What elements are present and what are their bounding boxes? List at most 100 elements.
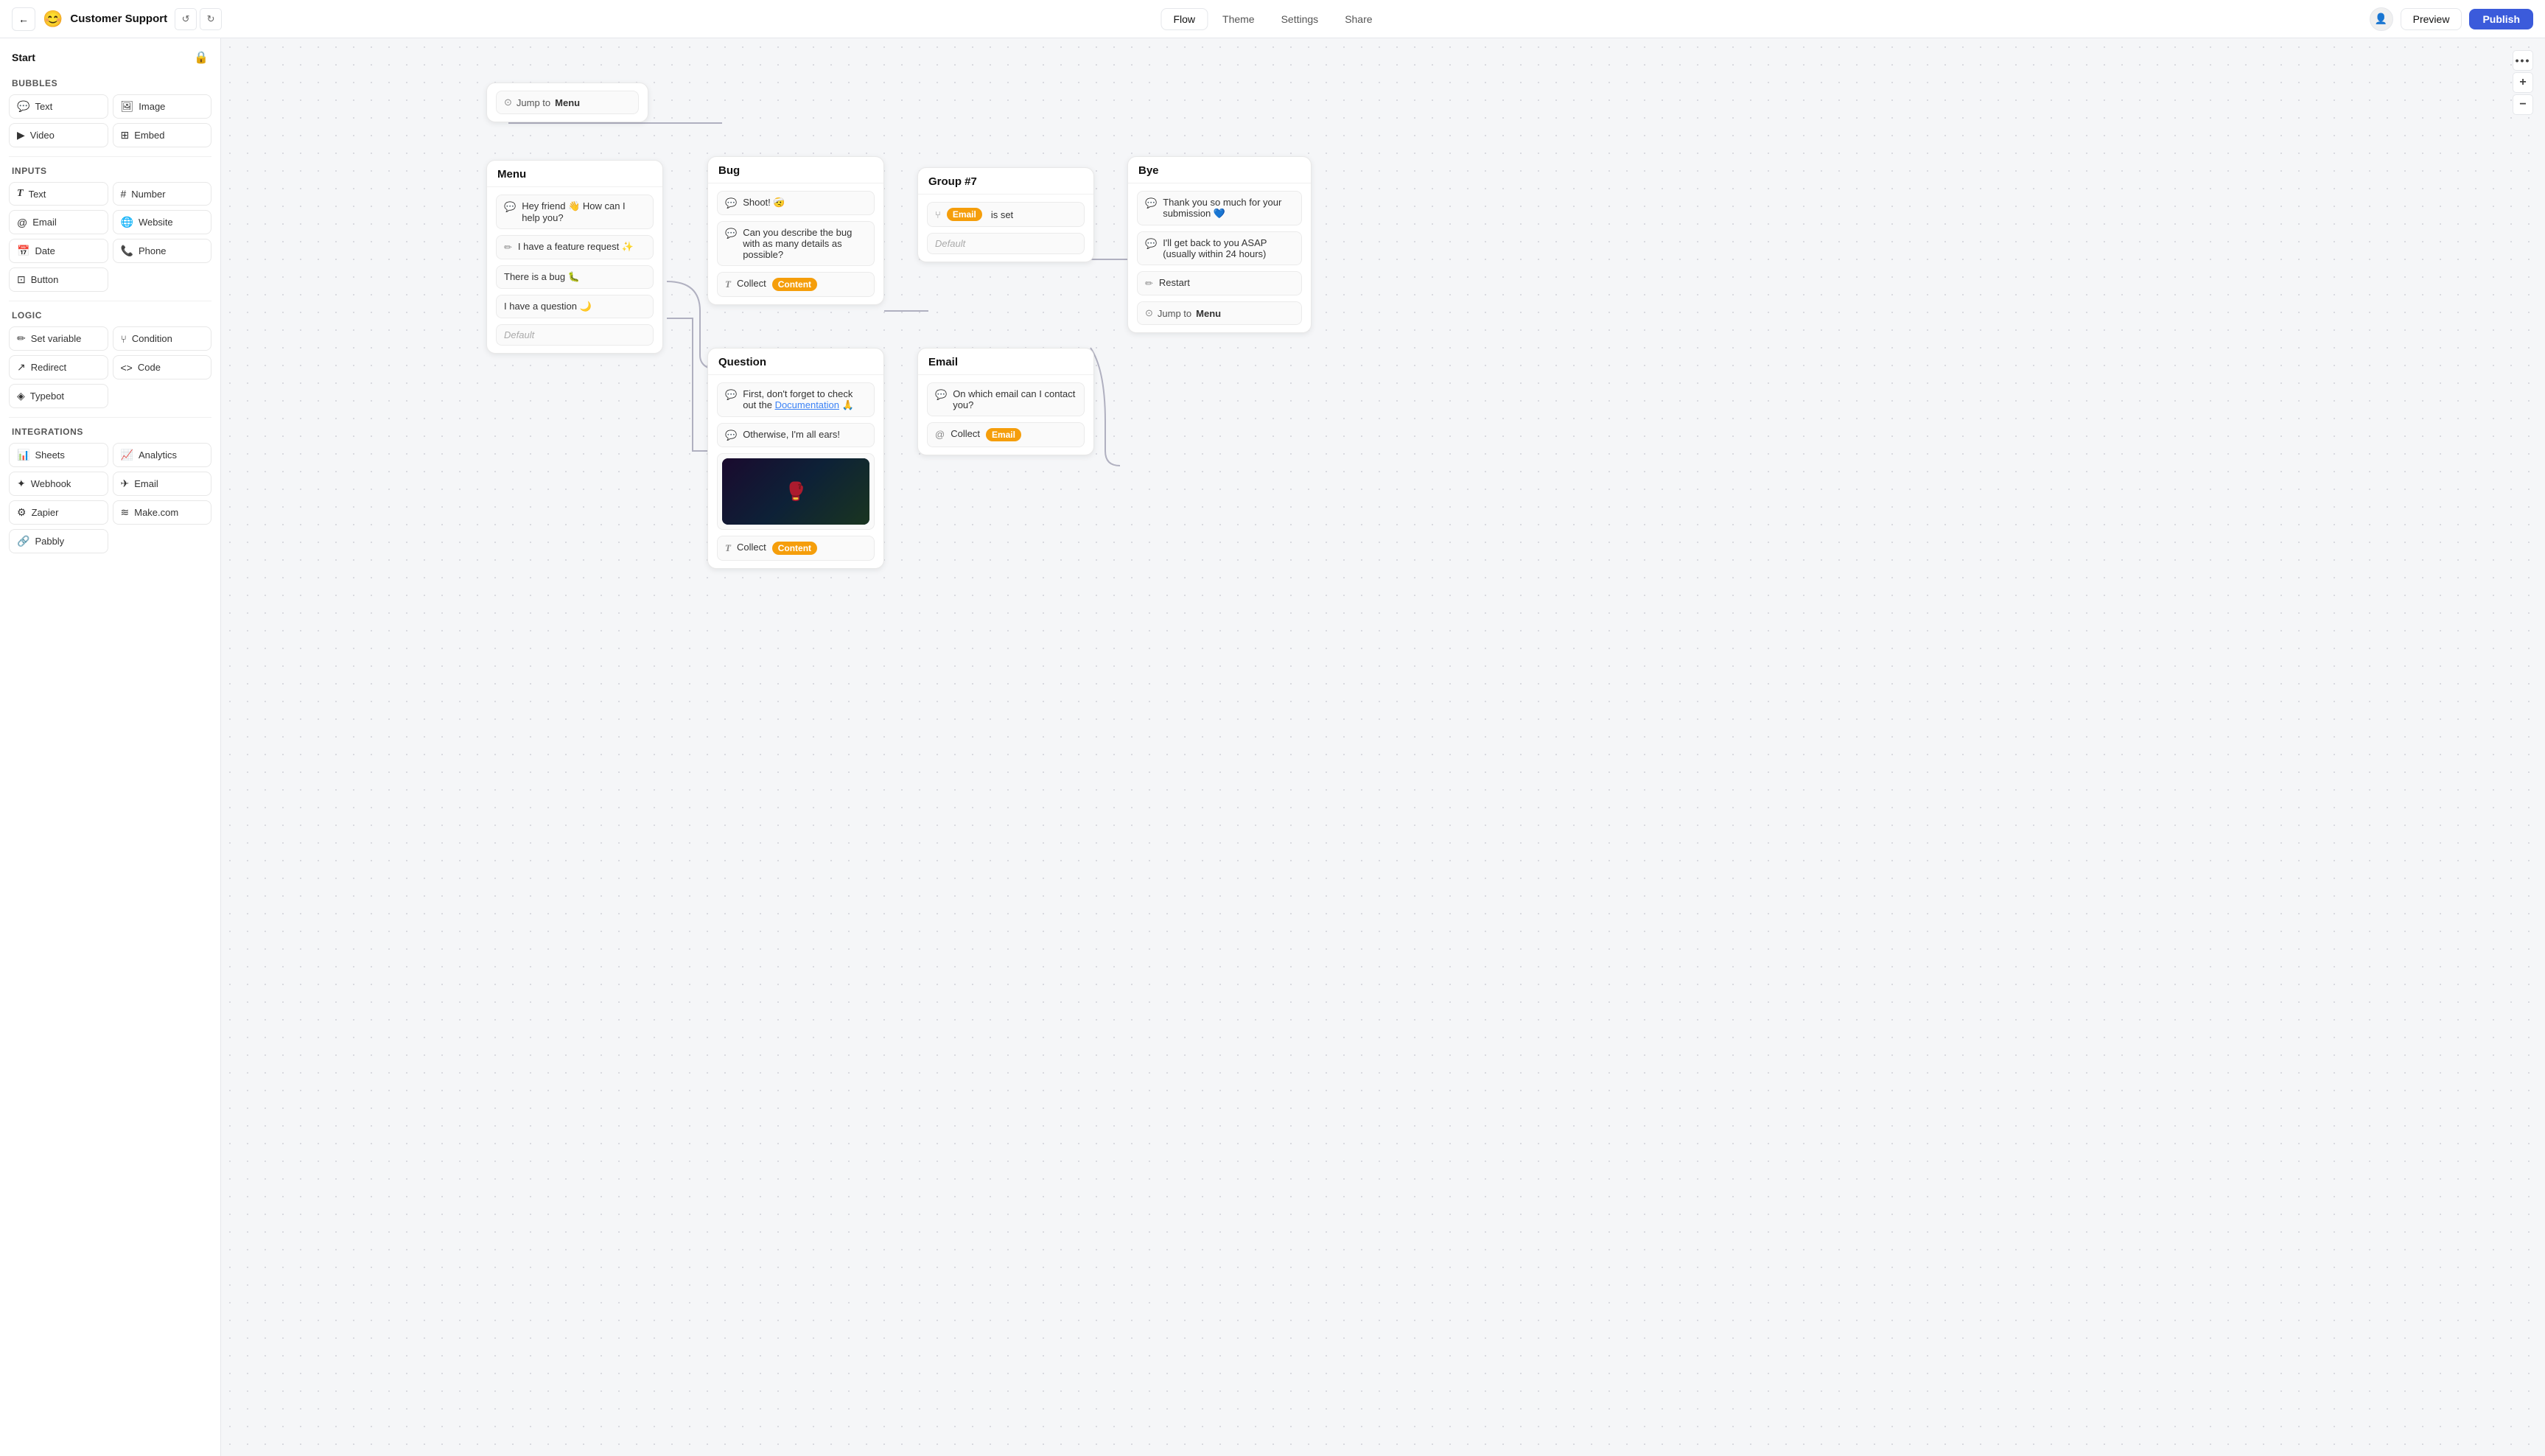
sidebar-item-embed[interactable]: ⊞ Embed bbox=[113, 123, 212, 147]
bye-node[interactable]: Bye 💬 Thank you so much for your submiss… bbox=[1127, 156, 1312, 333]
menu-node[interactable]: Menu 💬 Hey friend 👋 How can I help you? … bbox=[486, 160, 663, 354]
zoom-out-button[interactable]: − bbox=[2513, 94, 2533, 115]
bug-node-header: Bug bbox=[708, 157, 883, 183]
question-content-tag: Content bbox=[772, 542, 817, 555]
bot-name: Customer Support bbox=[70, 13, 167, 25]
email-label: Email bbox=[32, 217, 57, 228]
menu-greeting-text: Hey friend 👋 How can I help you? bbox=[522, 200, 645, 223]
set-variable-icon: ✏ bbox=[17, 332, 26, 345]
menu-node-body: 💬 Hey friend 👋 How can I help you? ✏ I h… bbox=[487, 187, 662, 353]
bug-collect-text: Collect bbox=[737, 278, 766, 289]
group7-body: ⑂ Email is set Default bbox=[918, 195, 1093, 262]
bot-emoji: 😊 bbox=[43, 10, 63, 29]
typebot-icon: ◈ bbox=[17, 390, 25, 402]
sidebar-item-sheets[interactable]: 📊 Sheets bbox=[9, 443, 108, 467]
sidebar-item-makecom[interactable]: ≋ Make.com bbox=[113, 500, 212, 525]
bug-node-body: 💬 Shoot! 🤕 💬 Can you describe the bug wi… bbox=[708, 183, 883, 304]
bug-content-tag: Content bbox=[772, 278, 817, 291]
avatar-button[interactable]: 👤 bbox=[2370, 7, 2393, 31]
undo-button[interactable]: ↺ bbox=[175, 8, 197, 30]
sidebar-item-set-variable[interactable]: ✏ Set variable bbox=[9, 326, 108, 351]
preview-button[interactable]: Preview bbox=[2401, 8, 2462, 30]
tab-flow[interactable]: Flow bbox=[1161, 8, 1208, 30]
sidebar-item-image[interactable]: 🖼 Image bbox=[113, 94, 212, 119]
question-header: Question bbox=[708, 349, 883, 375]
sidebar-item-email-int[interactable]: ✈ Email bbox=[113, 472, 212, 496]
sidebar-item-website[interactable]: 🌐 Website bbox=[113, 210, 212, 234]
bubbles-header: Bubbles bbox=[12, 78, 209, 88]
lock-icon: 🔒 bbox=[194, 50, 209, 65]
bye-back-row: 💬 I'll get back to you ASAP (usually wit… bbox=[1137, 231, 1302, 265]
group7-header: Group #7 bbox=[918, 168, 1093, 195]
bug-node[interactable]: Bug 💬 Shoot! 🤕 💬 Can you describe the bu… bbox=[707, 156, 884, 305]
sidebar-item-redirect[interactable]: ↗ Redirect bbox=[9, 355, 108, 379]
menu-feature-text: I have a feature request ✨ bbox=[518, 241, 634, 253]
menu-question-row: I have a question 🌙 bbox=[496, 295, 654, 318]
menu-feature-row: ✏ I have a feature request ✨ bbox=[496, 235, 654, 259]
set-variable-label: Set variable bbox=[31, 333, 82, 344]
date-icon: 📅 bbox=[17, 245, 29, 257]
sidebar-item-zapier[interactable]: ⚙ Zapier bbox=[9, 500, 108, 525]
bye-thanks-text: Thank you so much for your submission 💙 bbox=[1163, 197, 1294, 220]
question-node[interactable]: Question 💬 First, don't forget to check … bbox=[707, 348, 884, 569]
sidebar-item-date[interactable]: 📅 Date bbox=[9, 239, 108, 263]
sidebar-item-number[interactable]: # Number bbox=[113, 182, 212, 206]
menu-default-row: Default bbox=[496, 324, 654, 346]
sidebar-item-webhook[interactable]: ✦ Webhook bbox=[9, 472, 108, 496]
sidebar-item-phone[interactable]: 📞 Phone bbox=[113, 239, 212, 263]
question-body: 💬 First, don't forget to check out the D… bbox=[708, 375, 883, 568]
sidebar-item-pabbly[interactable]: 🔗 Pabbly bbox=[9, 529, 108, 553]
makecom-label: Make.com bbox=[134, 507, 178, 518]
email-int-icon: ✈ bbox=[121, 477, 130, 490]
bug-shoot-row: 💬 Shoot! 🤕 bbox=[717, 191, 875, 215]
tab-settings[interactable]: Settings bbox=[1270, 9, 1331, 29]
webhook-icon: ✦ bbox=[17, 477, 26, 490]
divider-3 bbox=[9, 417, 211, 418]
sidebar-item-typebot[interactable]: ◈ Typebot bbox=[9, 384, 108, 408]
bubbles-grid: 💬 Text 🖼 Image ▶ Video ⊞ Embed bbox=[9, 94, 211, 147]
email-int-label: Email bbox=[134, 478, 158, 489]
condition-icon: ⑂ bbox=[121, 333, 127, 345]
tab-share[interactable]: Share bbox=[1333, 9, 1384, 29]
sidebar-item-email[interactable]: @ Email bbox=[9, 210, 108, 234]
bye-jump-target: Menu bbox=[1196, 308, 1221, 319]
start-label: Start bbox=[12, 52, 35, 63]
redirect-label: Redirect bbox=[31, 362, 66, 373]
group7-is-set-text: is set bbox=[991, 209, 1013, 220]
jump-to-menu-node[interactable]: ⊙ Jump to Menu bbox=[486, 83, 648, 122]
sidebar-item-code[interactable]: <> Code bbox=[113, 355, 212, 379]
group7-node[interactable]: Group #7 ⑂ Email is set Default bbox=[917, 167, 1094, 262]
more-options-button[interactable]: ••• bbox=[2513, 50, 2533, 71]
sidebar-item-analytics[interactable]: 📈 Analytics bbox=[113, 443, 212, 467]
typebot-label: Typebot bbox=[30, 391, 64, 402]
menu-bug-text: There is a bug 🐛 bbox=[504, 271, 580, 283]
phone-icon: 📞 bbox=[121, 245, 133, 257]
sidebar-item-video[interactable]: ▶ Video bbox=[9, 123, 108, 147]
bye-jump-row: ⊙ Jump to Menu bbox=[1137, 301, 1302, 325]
question-image: 🥊 bbox=[722, 458, 869, 525]
sidebar-item-button[interactable]: ⊡ Button bbox=[9, 267, 108, 292]
nav-tabs: Flow Theme Settings Share bbox=[1161, 8, 1384, 30]
code-label: Code bbox=[138, 362, 161, 373]
zoom-in-button[interactable]: + bbox=[2513, 72, 2533, 93]
tab-theme[interactable]: Theme bbox=[1211, 9, 1267, 29]
question-collect-row: T Collect Content bbox=[717, 536, 875, 561]
flow-canvas[interactable]: ⊙ Jump to Menu Menu 💬 Hey friend 👋 How c… bbox=[221, 38, 2545, 1456]
email-collect-text: Collect bbox=[951, 428, 980, 439]
main-layout: Start 🔒 Bubbles 💬 Text 🖼 Image ▶ Video ⊞… bbox=[0, 38, 2545, 1456]
email-node[interactable]: Email 💬 On which email can I contact you… bbox=[917, 348, 1094, 455]
bug-shoot-text: Shoot! 🤕 bbox=[743, 197, 785, 209]
menu-greeting-row: 💬 Hey friend 👋 How can I help you? bbox=[496, 195, 654, 229]
sidebar-item-text-input[interactable]: T Text bbox=[9, 182, 108, 206]
button-label: Button bbox=[31, 274, 59, 285]
logic-grid: ✏ Set variable ⑂ Condition ↗ Redirect <>… bbox=[9, 326, 211, 408]
webhook-label: Webhook bbox=[31, 478, 71, 489]
bug-describe-text: Can you describe the bug with as many de… bbox=[743, 227, 867, 260]
back-button[interactable]: ← bbox=[12, 7, 35, 31]
redo-button[interactable]: ↻ bbox=[200, 8, 222, 30]
sidebar-item-text[interactable]: 💬 Text bbox=[9, 94, 108, 119]
sidebar-item-condition[interactable]: ⑂ Condition bbox=[113, 326, 212, 351]
avatar-icon: 👤 bbox=[2375, 13, 2387, 25]
publish-button[interactable]: Publish bbox=[2469, 9, 2533, 29]
analytics-icon: 📈 bbox=[121, 449, 133, 461]
